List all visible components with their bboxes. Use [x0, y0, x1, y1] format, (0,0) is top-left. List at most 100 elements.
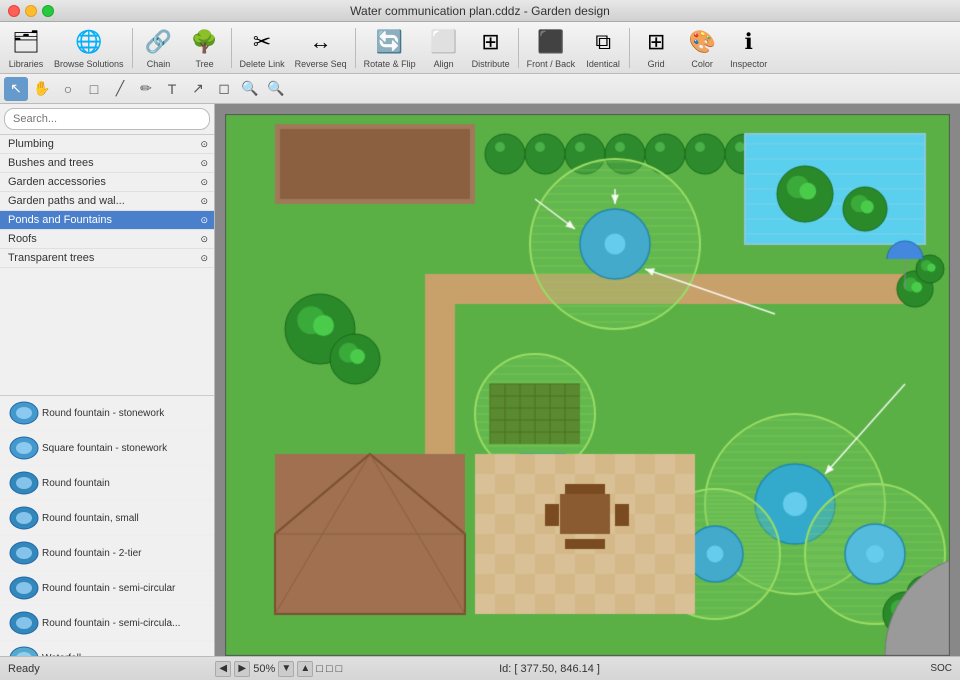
tree-icon: 🌳: [189, 26, 221, 58]
distribute-icon: ⊞: [475, 26, 507, 58]
toolbar-identical[interactable]: ⧉Identical: [581, 24, 625, 71]
tool-move[interactable]: ✋: [30, 77, 54, 101]
shape-waterfall[interactable]: Waterfall: [0, 641, 214, 656]
toolbar-color[interactable]: 🎨Color: [680, 24, 724, 71]
shape-semi-circular2[interactable]: Round fountain - semi-circula...: [0, 606, 214, 641]
toolbar-inspector[interactable]: ℹInspector: [726, 24, 771, 71]
shape-label-waterfall: Waterfall: [42, 653, 81, 657]
category-accessories[interactable]: Garden accessories⊙: [0, 173, 214, 192]
shape-thumb-square-stonework: [6, 434, 42, 462]
search-input[interactable]: [4, 108, 210, 130]
coordinates-display: Id: [ 377.50, 846.14 ]: [354, 663, 744, 675]
shape-label-round-small: Round fountain, small: [42, 513, 139, 524]
tool-line[interactable]: ╱: [108, 77, 132, 101]
category-ponds[interactable]: Ponds and Fountains⊙: [0, 211, 214, 230]
align-icon: ⬜: [428, 26, 460, 58]
garden-canvas[interactable]: [225, 114, 950, 656]
shape-semi-circular[interactable]: Round fountain - semi-circular: [0, 571, 214, 606]
close-button[interactable]: [8, 5, 20, 17]
main-toolbar: 🗂Libraries🌐Browse Solutions🔗Chain🌳Tree✂D…: [0, 22, 960, 74]
shape-round-small[interactable]: Round fountain, small: [0, 501, 214, 536]
tool-eraser[interactable]: ◻: [212, 77, 236, 101]
category-list: Plumbing⊙Bushes and trees⊙Garden accesso…: [0, 135, 214, 395]
libraries-icon: 🗂: [10, 26, 42, 58]
identical-icon: ⧉: [587, 26, 619, 58]
toolbar-align[interactable]: ⬜Align: [422, 24, 466, 71]
category-plumbing[interactable]: Plumbing⊙: [0, 135, 214, 154]
titlebar: Water communication plan.cddz - Garden d…: [0, 0, 960, 22]
category-transparent-trees[interactable]: Transparent trees⊙: [0, 249, 214, 268]
tool-rect[interactable]: □: [82, 77, 106, 101]
zoom-next-button[interactable]: ▶: [234, 661, 250, 677]
shape-thumb-waterfall: [6, 644, 42, 656]
tool-pen[interactable]: ✏: [134, 77, 158, 101]
category-bushes[interactable]: Bushes and trees⊙: [0, 154, 214, 173]
browse-icon: 🌐: [73, 26, 105, 58]
toolbar-tree[interactable]: 🌳Tree: [183, 24, 227, 71]
shape-square-stonework[interactable]: Square fountain - stonework: [0, 431, 214, 466]
chain-icon: 🔗: [143, 26, 175, 58]
shape-thumb-round-fountain: [6, 469, 42, 497]
toolbar-distribute[interactable]: ⊞Distribute: [468, 24, 514, 71]
tool-connect[interactable]: ↗: [186, 77, 210, 101]
sidebar-search-area: [0, 104, 214, 135]
canvas-area[interactable]: [215, 104, 960, 656]
shape-label-semi-circular: Round fountain - semi-circular: [42, 583, 175, 594]
toolbar-reverse-seq[interactable]: ↔Reverse Seq: [291, 24, 351, 71]
tool-zoom-in[interactable]: 🔍: [238, 77, 262, 101]
zoom-prev-button[interactable]: ◀: [215, 661, 231, 677]
main-layout: Plumbing⊙Bushes and trees⊙Garden accesso…: [0, 104, 960, 656]
toolbar-separator: [629, 28, 630, 68]
traffic-lights: [8, 5, 54, 17]
shape-label-semi-circular2: Round fountain - semi-circula...: [42, 618, 180, 629]
inspector-icon: ℹ: [733, 26, 765, 58]
tool-text[interactable]: T: [160, 77, 184, 101]
rotate-flip-icon: 🔄: [374, 26, 406, 58]
shape-round-fountain[interactable]: Round fountain: [0, 466, 214, 501]
status-ready: Ready: [8, 663, 203, 675]
shape-round-2tier[interactable]: Round fountain - 2-tier: [0, 536, 214, 571]
zoom-value: 50%: [253, 663, 275, 675]
minimize-button[interactable]: [25, 5, 37, 17]
toolbar-chain[interactable]: 🔗Chain: [137, 24, 181, 71]
shape-label-round-stonework: Round fountain - stonework: [42, 408, 164, 419]
reverse-seq-icon: ↔: [305, 26, 337, 58]
toolbar-front-back[interactable]: ⬛Front / Back: [523, 24, 580, 71]
toolbar-delete-link[interactable]: ✂Delete Link: [236, 24, 289, 71]
statusbar: Ready ◀ ▶ 50% ▼ ▲ □ □ □ Id: [ 377.50, 84…: [0, 656, 960, 680]
zoom-up-button[interactable]: ▲: [297, 661, 313, 677]
toolbar-browse[interactable]: 🌐Browse Solutions: [50, 24, 128, 71]
delete-link-icon: ✂: [246, 26, 278, 58]
grid-icon: ⊞: [640, 26, 672, 58]
maximize-button[interactable]: [42, 5, 54, 17]
shape-round-stonework[interactable]: Round fountain - stonework: [0, 396, 214, 431]
zoom-down-button[interactable]: ▼: [278, 661, 294, 677]
window-title: Water communication plan.cddz - Garden d…: [350, 4, 610, 18]
tools-bar: ↖✋○□╱✏T↗◻🔍🔍: [0, 74, 960, 104]
toolbar-libraries[interactable]: 🗂Libraries: [4, 24, 48, 71]
tool-select[interactable]: ↖: [4, 77, 28, 101]
toolbar-grid[interactable]: ⊞Grid: [634, 24, 678, 71]
category-roofs[interactable]: Roofs⊙: [0, 230, 214, 249]
tool-zoom-out[interactable]: 🔍: [264, 77, 288, 101]
sidebar: Plumbing⊙Bushes and trees⊙Garden accesso…: [0, 104, 215, 656]
zoom-controls: ◀ ▶ 50% ▼ ▲ □ □ □: [215, 661, 342, 677]
shape-thumb-round-stonework: [6, 399, 42, 427]
shape-label-square-stonework: Square fountain - stonework: [42, 443, 167, 454]
tool-oval[interactable]: ○: [56, 77, 80, 101]
shapes-list: Round fountain - stonework Square fountai…: [0, 395, 214, 656]
toolbar-rotate-flip[interactable]: 🔄Rotate & Flip: [360, 24, 420, 71]
shape-thumb-round-2tier: [6, 539, 42, 567]
front-back-icon: ⬛: [535, 26, 567, 58]
toolbar-separator: [132, 28, 133, 68]
shape-thumb-semi-circular: [6, 574, 42, 602]
toolbar-separator: [355, 28, 356, 68]
shape-label-round-fountain: Round fountain: [42, 478, 110, 489]
shape-thumb-round-small: [6, 504, 42, 532]
category-paths[interactable]: Garden paths and wal...⊙: [0, 192, 214, 211]
shape-thumb-semi-circular2: [6, 609, 42, 637]
page-indicator: □ □ □: [316, 663, 342, 675]
toolbar-separator: [518, 28, 519, 68]
status-version: SOC: [757, 663, 952, 674]
shape-label-round-2tier: Round fountain - 2-tier: [42, 548, 142, 559]
